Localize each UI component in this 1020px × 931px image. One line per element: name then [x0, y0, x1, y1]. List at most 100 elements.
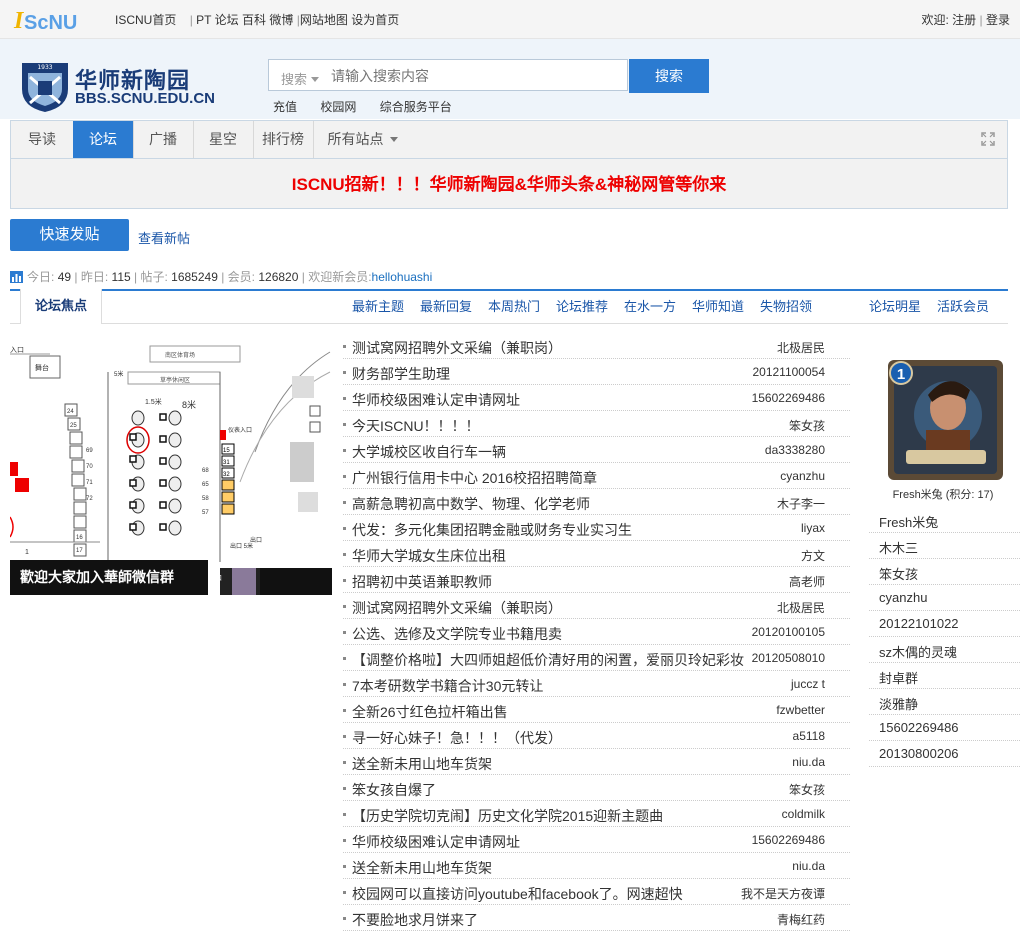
nav-item-all-sites[interactable]: 所有站点: [313, 121, 413, 158]
thread-row[interactable]: 华师校级困难认定申请网址 15602269486: [343, 385, 850, 411]
thread-title[interactable]: 今天ISCNU！！！！: [352, 416, 480, 436]
announcement-banner[interactable]: ISCNU招新！！！华师新陶园&华师头条&神秘网管等你来: [10, 159, 1008, 209]
member-row[interactable]: 封卓群: [869, 663, 1020, 689]
focus-caption[interactable]: 歡迎大家加入華師微信群: [10, 560, 208, 595]
thread-title[interactable]: 高薪急聘初高中数学、物理、化学老师: [352, 494, 590, 514]
thread-row[interactable]: 华师大学城女生床位出租 方文: [343, 541, 850, 567]
thread-author[interactable]: 15602269486: [752, 391, 825, 405]
thread-title[interactable]: 华师大学城女生床位出租: [352, 546, 506, 566]
quicklink-campus-net[interactable]: 校园网: [320, 100, 356, 114]
thread-row[interactable]: 高薪急聘初高中数学、物理、化学老师 木子李一: [343, 489, 850, 515]
tab-latest-topics[interactable]: 最新主题: [352, 291, 404, 324]
thread-title[interactable]: 华师校级困难认定申请网址: [352, 832, 520, 852]
tab-scnu-knows[interactable]: 华师知道: [692, 291, 744, 324]
quick-post-button[interactable]: 快速发贴: [10, 219, 129, 251]
thread-row[interactable]: 公选、选修及文学院专业书籍甩卖 20120100105: [343, 619, 850, 645]
thread-title[interactable]: 笨女孩自爆了: [352, 780, 436, 800]
thread-author[interactable]: niu.da: [792, 755, 825, 769]
thread-author[interactable]: 我不是天方夜谭: [741, 885, 825, 902]
nav-item-guide[interactable]: 导读: [11, 121, 74, 158]
university-crest-icon[interactable]: 1933: [20, 59, 70, 113]
thread-author[interactable]: 20121100054: [752, 365, 825, 379]
member-name[interactable]: Fresh米兔: [879, 512, 938, 531]
thread-title[interactable]: 校园网可以直接访问youtube和facebook了。网速超快: [352, 884, 683, 904]
star-member-name[interactable]: Fresh米兔 (积分: 17): [868, 486, 1018, 502]
link-pt[interactable]: PT: [196, 13, 211, 27]
thread-row[interactable]: 校园网可以直接访问youtube和facebook了。网速超快 我不是天方夜谭: [343, 879, 850, 905]
focus-image[interactable]: 入口 舞台 南区体育场 草亭休闲区 1.5米 8米 5米 24 25 15 31…: [10, 342, 332, 595]
search-input[interactable]: [329, 60, 623, 92]
tab-lost-found[interactable]: 失物招领: [760, 291, 812, 324]
thread-title[interactable]: 大学城校区收自行车一辆: [352, 442, 506, 462]
link-iscnu-home[interactable]: ISCNU首页: [115, 13, 176, 27]
thread-title[interactable]: 【历史学院切克闹】历史文化学院2015迎新主题曲: [352, 806, 663, 826]
nav-item-ranking[interactable]: 排行榜: [253, 121, 314, 158]
tab-active-members[interactable]: 活跃会员: [937, 291, 989, 324]
quicklink-service-platform[interactable]: 综合服务平台: [380, 100, 452, 114]
thread-title[interactable]: 公选、选修及文学院专业书籍甩卖: [352, 624, 562, 644]
thread-author[interactable]: 20120100105: [752, 625, 825, 639]
thread-author[interactable]: 北极居民: [777, 339, 825, 356]
thread-title[interactable]: 送全新未用山地车货架: [352, 858, 492, 878]
thread-author[interactable]: 北极居民: [777, 599, 825, 616]
member-row[interactable]: Fresh米兔: [869, 507, 1020, 533]
tab-forum-stars[interactable]: 论坛明星: [869, 291, 921, 324]
member-row[interactable]: 20130800206: [869, 741, 1020, 767]
quicklink-recharge[interactable]: 充值: [273, 100, 297, 114]
thread-row[interactable]: 大学城校区收自行车一辆 da3338280: [343, 437, 850, 463]
thread-row[interactable]: 寻一好心妹子！急！！！（代发） a5118: [343, 723, 850, 749]
link-sitemap[interactable]: 网站地图: [300, 13, 348, 27]
thread-author[interactable]: 20120508010: [752, 651, 825, 665]
thread-row[interactable]: 代发：多元化集团招聘金融或财务专业实习生 liyax: [343, 515, 850, 541]
member-name[interactable]: cyanzhu: [879, 590, 927, 605]
thread-author[interactable]: fzwbetter: [776, 703, 825, 717]
member-row[interactable]: cyanzhu: [869, 585, 1020, 611]
thread-author[interactable]: 笨女孩: [789, 417, 825, 434]
register-link[interactable]: 注册: [952, 13, 976, 27]
thread-row[interactable]: 广州银行信用卡中心 2016校招招聘简章 cyanzhu: [343, 463, 850, 489]
member-name[interactable]: 20122101022: [879, 616, 959, 631]
link-set-homepage[interactable]: 设为首页: [351, 13, 399, 27]
member-row[interactable]: 笨女孩: [869, 559, 1020, 585]
thread-row[interactable]: 笨女孩自爆了 笨女孩: [343, 775, 850, 801]
thread-author[interactable]: 高老师: [789, 573, 825, 590]
expand-icon[interactable]: [981, 132, 995, 146]
thread-title[interactable]: 寻一好心妹子！急！！！（代发）: [352, 728, 562, 748]
thread-row[interactable]: 测试窝网招聘外文采编（兼职岗） 北极居民: [343, 333, 850, 359]
thread-row[interactable]: 全新26寸红色拉杆箱出售 fzwbetter: [343, 697, 850, 723]
thread-author[interactable]: cyanzhu: [780, 469, 825, 483]
tab-latest-replies[interactable]: 最新回复: [420, 291, 472, 324]
thread-row[interactable]: 不要脸地求月饼来了 青梅红药: [343, 905, 850, 931]
tab-weekly-hot[interactable]: 本周热门: [488, 291, 540, 324]
thread-row[interactable]: 7本考研数学书籍合计30元转让 juccz t: [343, 671, 850, 697]
member-name[interactable]: sz木偶的灵魂: [879, 642, 957, 661]
thread-row[interactable]: 财务部学生助理 20121100054: [343, 359, 850, 385]
thread-author[interactable]: 方文: [801, 547, 825, 564]
thread-author[interactable]: 笨女孩: [789, 781, 825, 798]
thread-author[interactable]: a5118: [793, 729, 825, 743]
thread-author[interactable]: da3338280: [765, 443, 825, 457]
thread-row[interactable]: 华师校级困难认定申请网址 15602269486: [343, 827, 850, 853]
thread-row[interactable]: 今天ISCNU！！！！ 笨女孩: [343, 411, 850, 437]
thread-row[interactable]: 测试窝网招聘外文采编（兼职岗） 北极居民: [343, 593, 850, 619]
thread-title[interactable]: 测试窝网招聘外文采编（兼职岗）: [352, 598, 562, 618]
tab-zaishuiyifang[interactable]: 在水一方: [624, 291, 676, 324]
new-member-link[interactable]: hellohuashi: [372, 270, 433, 284]
member-row[interactable]: 15602269486: [869, 715, 1020, 741]
tab-forum-focus[interactable]: 论坛焦点: [20, 289, 102, 324]
view-new-posts-link[interactable]: 查看新帖: [138, 228, 190, 247]
nav-item-broadcast[interactable]: 广播: [133, 121, 194, 158]
thread-row[interactable]: 【历史学院切克闹】历史文化学院2015迎新主题曲 coldmilk: [343, 801, 850, 827]
thread-row[interactable]: 招聘初中英语兼职教师 高老师: [343, 567, 850, 593]
tab-recommended[interactable]: 论坛推荐: [556, 291, 608, 324]
thread-title[interactable]: 7本考研数学书籍合计30元转让: [352, 676, 543, 696]
member-name[interactable]: 笨女孩: [879, 564, 918, 583]
member-name[interactable]: 20130800206: [879, 746, 959, 761]
nav-item-starry[interactable]: 星空: [193, 121, 254, 158]
thread-title[interactable]: 全新26寸红色拉杆箱出售: [352, 702, 508, 722]
star-member-avatar[interactable]: 1: [888, 360, 1003, 480]
thread-title[interactable]: 测试窝网招聘外文采编（兼职岗）: [352, 338, 562, 358]
thread-row[interactable]: 送全新未用山地车货架 niu.da: [343, 749, 850, 775]
thread-author[interactable]: 15602269486: [752, 833, 825, 847]
thread-row[interactable]: 【调整价格啦】大四师姐超低价清好用的闲置，爱丽贝玲妃彩妆 20120508010: [343, 645, 850, 671]
